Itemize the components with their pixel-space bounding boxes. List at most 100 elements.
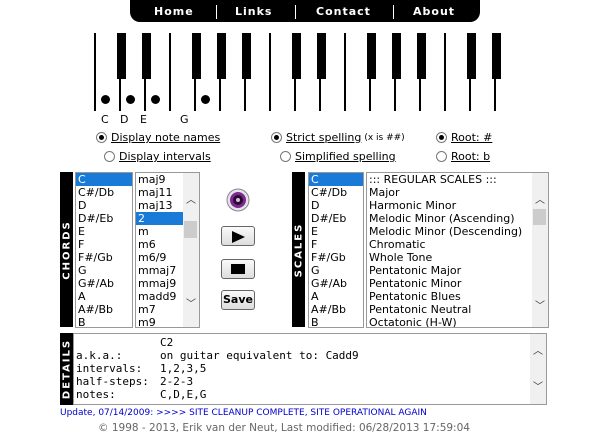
black-key[interactable]	[392, 33, 401, 79]
chord-root-item[interactable]: E	[76, 225, 132, 238]
chord-root-item[interactable]: C#/Db	[76, 186, 132, 199]
root-flat-option[interactable]: Root: b	[436, 150, 490, 163]
scale-root-item[interactable]: G#/Ab	[309, 277, 363, 290]
nav-links-link[interactable]: Links	[235, 5, 272, 18]
scale-type-item[interactable]: Octatonic (H-W)	[367, 316, 548, 327]
scale-root-item[interactable]: G	[309, 264, 363, 277]
scale-type-item[interactable]: Pentatonic Blues	[367, 290, 548, 303]
scroll-up-icon[interactable]: ︿	[535, 191, 545, 206]
display-note-names-option[interactable]: Display note names	[96, 131, 220, 144]
chord-root-item[interactable]: F#/Gb	[76, 251, 132, 264]
scale-type-scrollbar[interactable]: ︿ ﹀	[532, 173, 548, 327]
play-button[interactable]	[221, 226, 255, 246]
scale-root-list[interactable]: C C#/Db D D#/Eb E F F#/Gb G G#/Ab A A#/Bb B	[308, 172, 364, 328]
nav-about-link[interactable]: About	[413, 5, 455, 18]
black-key[interactable]	[367, 33, 376, 79]
white-key[interactable]	[444, 33, 469, 111]
display-note-names-radio[interactable]	[96, 132, 107, 143]
scale-root-item[interactable]: C#/Db	[309, 186, 363, 199]
scale-root-item[interactable]: A#/Bb	[309, 303, 363, 316]
chord-root-item[interactable]: D#/Eb	[76, 212, 132, 225]
scroll-down-icon[interactable]: ﹀	[533, 378, 543, 393]
nav-separator	[393, 5, 394, 19]
black-key[interactable]	[217, 33, 226, 79]
note-marker	[151, 95, 160, 104]
scale-root-item[interactable]: D	[309, 199, 363, 212]
scale-type-list[interactable]: ::: REGULAR SCALES ::: Major Harmonic Mino…	[366, 172, 549, 328]
root-sharp-label: Root: #	[451, 131, 493, 144]
details-section-label: DETAILS	[60, 333, 73, 405]
scroll-down-icon[interactable]: ﹀	[186, 295, 196, 310]
scale-type-item[interactable]: Chromatic	[367, 238, 548, 251]
nav-home-link[interactable]: Home	[154, 5, 194, 18]
piano-keyboard[interactable]	[94, 33, 519, 111]
scale-type-item[interactable]: Major	[367, 186, 548, 199]
chord-type-scrollbar[interactable]: ︿ ﹀	[183, 173, 199, 327]
details-label-text: DETAILS	[61, 338, 72, 400]
scroll-up-icon[interactable]: ︿	[186, 191, 196, 206]
scrollbar-thumb[interactable]	[533, 209, 546, 225]
white-key[interactable]	[169, 33, 194, 111]
strict-spelling-radio[interactable]	[271, 132, 282, 143]
black-key[interactable]	[192, 33, 201, 79]
root-flat-radio[interactable]	[436, 151, 447, 162]
note-marker	[101, 95, 110, 104]
details-notes-value: C,D,E,G	[160, 388, 207, 401]
chord-root-list[interactable]: C C#/Db D D#/Eb E F F#/Gb G G#/Ab A A#/Bb B	[75, 172, 133, 328]
chord-root-item[interactable]: C	[76, 173, 132, 186]
black-key[interactable]	[242, 33, 251, 79]
scale-type-item[interactable]: Melodic Minor (Ascending)	[367, 212, 548, 225]
scale-type-item[interactable]: Pentatonic Minor	[367, 277, 548, 290]
black-key[interactable]	[317, 33, 326, 79]
scale-root-item[interactable]: B	[309, 316, 363, 327]
chord-root-item[interactable]: G#/Ab	[76, 277, 132, 290]
display-intervals-option[interactable]: Display intervals	[104, 150, 211, 163]
chord-root-item[interactable]: A	[76, 290, 132, 303]
white-key[interactable]	[269, 33, 294, 111]
chord-root-item[interactable]: F	[76, 238, 132, 251]
scale-root-item[interactable]: C	[309, 173, 363, 186]
details-scrollbar[interactable]: ︿ ﹀	[530, 334, 546, 404]
scale-type-item[interactable]: Whole Tone	[367, 251, 548, 264]
chord-root-item[interactable]: A#/Bb	[76, 303, 132, 316]
save-button[interactable]: Save	[221, 290, 255, 310]
scrollbar-thumb[interactable]	[184, 221, 197, 238]
chord-root-item[interactable]: B	[76, 316, 132, 327]
display-intervals-radio[interactable]	[104, 151, 115, 162]
scale-type-item[interactable]: ::: REGULAR SCALES :::	[367, 173, 548, 186]
scroll-down-icon[interactable]: ﹀	[535, 297, 545, 312]
black-key[interactable]	[467, 33, 476, 79]
simplified-spelling-option[interactable]: Simplified spelling	[280, 150, 396, 163]
scroll-up-icon[interactable]: ︿	[533, 342, 543, 357]
black-key[interactable]	[117, 33, 126, 79]
chord-root-item[interactable]: G	[76, 264, 132, 277]
scale-root-item[interactable]: F#/Gb	[309, 251, 363, 264]
scale-type-item[interactable]: Melodic Minor (Descending)	[367, 225, 548, 238]
scale-type-item[interactable]: Pentatonic Major	[367, 264, 548, 277]
scale-root-item[interactable]: E	[309, 225, 363, 238]
chord-type-list[interactable]: maj9 maj11 maj13 2 m m6 m6/9 mmaj7 mmaj9 madd9 m7 m…	[135, 172, 200, 328]
black-key[interactable]	[142, 33, 151, 79]
root-sharp-option[interactable]: Root: #	[436, 131, 492, 144]
chord-root-item[interactable]: D	[76, 199, 132, 212]
speaker-icon[interactable]	[226, 188, 250, 212]
scale-root-item[interactable]: D#/Eb	[309, 212, 363, 225]
black-key[interactable]	[417, 33, 426, 79]
simplified-spelling-radio[interactable]	[280, 151, 291, 162]
update-notice-link[interactable]: Update, 07/14/2009: >>>> SITE CLEANUP CO…	[60, 408, 427, 418]
simplified-spelling-label: Simplified spelling	[295, 150, 396, 163]
root-sharp-radio[interactable]	[436, 132, 447, 143]
key-label-g: G	[180, 113, 189, 126]
nav-separator	[295, 5, 296, 19]
scale-root-item[interactable]: F	[309, 238, 363, 251]
scale-root-item[interactable]: A	[309, 290, 363, 303]
nav-contact-link[interactable]: Contact	[316, 5, 371, 18]
strict-spelling-option[interactable]: Strict spelling (x is ##)	[271, 131, 405, 144]
scale-type-item[interactable]: Harmonic Minor	[367, 199, 548, 212]
black-key[interactable]	[292, 33, 301, 79]
black-key[interactable]	[492, 33, 501, 79]
stop-button[interactable]	[221, 259, 255, 279]
display-note-names-label: Display note names	[111, 131, 221, 144]
scale-type-item[interactable]: Pentatonic Neutral	[367, 303, 548, 316]
white-key[interactable]	[344, 33, 369, 111]
